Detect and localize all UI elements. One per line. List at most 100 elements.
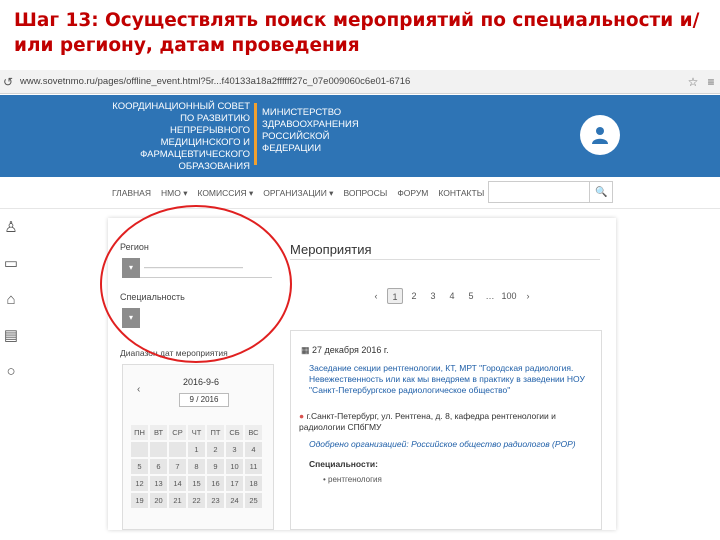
calendar-day[interactable]: 25: [245, 493, 262, 508]
pagination-prev[interactable]: ‹: [368, 288, 384, 304]
user-icon: [592, 127, 608, 144]
weekday-header: ЧТ: [188, 425, 205, 440]
calendar-day[interactable]: 20: [150, 493, 167, 508]
event-date-text: 27 декабря 2016 г.: [312, 345, 389, 355]
pagination-next[interactable]: ›: [520, 288, 536, 304]
map-pin-icon: ●: [299, 411, 305, 421]
calendar-day[interactable]: 3: [226, 442, 243, 457]
calendar-days: 1 2 3 4 5 6 7 8 9 10 11 12 13 14 15 16 17 18 19 20 21 22 23 24 2…: [131, 442, 262, 508]
event-specialty-text: рентгенология: [328, 475, 382, 484]
calendar-week-row: 12 13 14 15 16 17 18: [131, 476, 262, 491]
date-picker-calendar: 2016-9-6 ‹ 9 / 2016 ПН ВТ СР ЧТ ПТ СБ ВС…: [122, 364, 274, 530]
events-content-panel: Регион ▾ ——————————— Специальность ▾ Мер…: [108, 218, 616, 530]
calendar-day[interactable]: 16: [207, 476, 224, 491]
nav-item-commission[interactable]: Комиссия ▾: [197, 188, 253, 199]
pagination-page-5[interactable]: 5: [463, 288, 479, 304]
nav-item-cme[interactable]: НМО ▾: [161, 188, 187, 199]
region-value: ———————————: [144, 262, 243, 272]
back-arrow-icon[interactable]: ↺: [0, 75, 16, 89]
nav-item-contacts[interactable]: Контакты: [438, 188, 484, 199]
calendar-day[interactable]: 7: [169, 459, 186, 474]
header-divider: [254, 103, 257, 165]
calendar-day[interactable]: 12: [131, 476, 148, 491]
nav-item-home[interactable]: Главная: [112, 188, 151, 199]
search-icon[interactable]: 🔍: [589, 182, 613, 202]
nav-item-organizations[interactable]: Организации ▾: [263, 188, 333, 199]
pagination-page-100[interactable]: 100: [501, 288, 517, 304]
region-select[interactable]: ▾ ———————————: [122, 258, 272, 278]
weekday-header: ПН: [131, 425, 148, 440]
event-specialty-item: • рентгенология: [323, 475, 382, 484]
calendar-day: [169, 442, 186, 457]
pagination-page-1[interactable]: 1: [387, 288, 403, 304]
event-location: ● г.Санкт-Петербург, ул. Рентгена, д. 8,…: [299, 411, 595, 433]
chevron-down-icon[interactable]: ▾: [122, 308, 140, 328]
slide-title: Шаг 13: Осуществлять поиск мероприятий п…: [14, 10, 700, 56]
calendar-day[interactable]: 8: [188, 459, 205, 474]
calendar-day: [131, 442, 148, 457]
calendar-day[interactable]: 17: [226, 476, 243, 491]
region-label: Регион: [120, 242, 149, 252]
specialty-select[interactable]: ▾: [122, 308, 272, 328]
calendar-selected-date: 2016-9-6: [183, 377, 220, 387]
weekday-header: ВТ: [150, 425, 167, 440]
calendar-day[interactable]: 5: [131, 459, 148, 474]
left-toolbar: ♙ ▭ ⌂ ▤ ○: [0, 210, 22, 390]
menu-icon[interactable]: ≡: [702, 75, 720, 89]
browser-address-bar: ↺ www.sovetnmo.ru/pages/offline_event.ht…: [0, 70, 720, 94]
laptop-icon[interactable]: ▭: [0, 246, 22, 282]
nav-search-input[interactable]: 🔍: [488, 181, 613, 203]
calendar-day: [150, 442, 167, 457]
calendar-week-row: 19 20 21 22 23 24 25: [131, 493, 262, 508]
event-specialties-label: Специальности:: [309, 459, 378, 469]
calendar-day[interactable]: 2: [207, 442, 224, 457]
event-title-link[interactable]: Заседание секции рентгенологии, КТ, МРТ …: [309, 363, 589, 396]
user-profile-button[interactable]: [580, 115, 620, 155]
event-card: ▦ 27 декабря 2016 г. Заседание секции ре…: [290, 330, 602, 530]
pagination-page-4[interactable]: 4: [444, 288, 460, 304]
pagination-ellipsis: …: [485, 291, 495, 301]
calendar-grid: ПН ВТ СР ЧТ ПТ СБ ВС 1 2 3 4 5 6 7 8 9 10 11 12 13 14…: [129, 423, 264, 510]
calendar-day[interactable]: 11: [245, 459, 262, 474]
url-field[interactable]: www.sovetnmo.ru/pages/offline_event.html…: [16, 76, 684, 87]
certificate-icon[interactable]: ▤: [0, 318, 22, 354]
calendar-day[interactable]: 21: [169, 493, 186, 508]
event-organizer[interactable]: Одобрено организацией: Российское общест…: [309, 439, 576, 449]
person-icon[interactable]: ♙: [0, 210, 22, 246]
weekday-header: СР: [169, 425, 186, 440]
calendar-day[interactable]: 24: [226, 493, 243, 508]
site-header: Координационный совет по развитию непрер…: [0, 95, 720, 177]
nav-menu: Главная НМО ▾ Комиссия ▾ Организации ▾ В…: [112, 188, 484, 199]
calendar-prev-button[interactable]: ‹: [137, 384, 140, 395]
calendar-day[interactable]: 23: [207, 493, 224, 508]
pagination-page-3[interactable]: 3: [425, 288, 441, 304]
nav-item-forum[interactable]: Форум: [397, 188, 428, 199]
star-icon[interactable]: ☆: [684, 75, 702, 89]
chat-icon[interactable]: ○: [0, 354, 22, 390]
url-path: /pages/offline_event.html?5r...f40133a18…: [94, 76, 411, 87]
chevron-down-icon[interactable]: ▾: [122, 258, 140, 278]
calendar-day[interactable]: 4: [245, 442, 262, 457]
calendar-day[interactable]: 14: [169, 476, 186, 491]
calendar-day[interactable]: 13: [150, 476, 167, 491]
calendar-day[interactable]: 18: [245, 476, 262, 491]
weekday-header: СБ: [226, 425, 243, 440]
calendar-week-row: 1234: [131, 442, 262, 457]
nav-item-questions[interactable]: Вопросы: [343, 188, 387, 199]
calendar-day[interactable]: 15: [188, 476, 205, 491]
calendar-day[interactable]: 22: [188, 493, 205, 508]
calendar-day[interactable]: 10: [226, 459, 243, 474]
council-logo-text[interactable]: Координационный совет по развитию непрер…: [100, 101, 250, 173]
calendar-day[interactable]: 6: [150, 459, 167, 474]
pagination-page-2[interactable]: 2: [406, 288, 422, 304]
calendar-day[interactable]: 1: [188, 442, 205, 457]
calendar-month-select[interactable]: 9 / 2016: [179, 393, 229, 407]
calendar-day[interactable]: 9: [207, 459, 224, 474]
weekday-header: ВС: [245, 425, 262, 440]
specialty-label: Специальность: [120, 292, 185, 302]
calendar-day[interactable]: 19: [131, 493, 148, 508]
pagination: ‹ 1 2 3 4 5 … 100 ›: [368, 288, 536, 304]
bank-icon[interactable]: ⌂: [0, 282, 22, 318]
ministry-logo-text[interactable]: Министерство здравоохранения Российской …: [262, 107, 372, 155]
date-range-label: Диапазон дат мероприятия: [120, 348, 228, 358]
